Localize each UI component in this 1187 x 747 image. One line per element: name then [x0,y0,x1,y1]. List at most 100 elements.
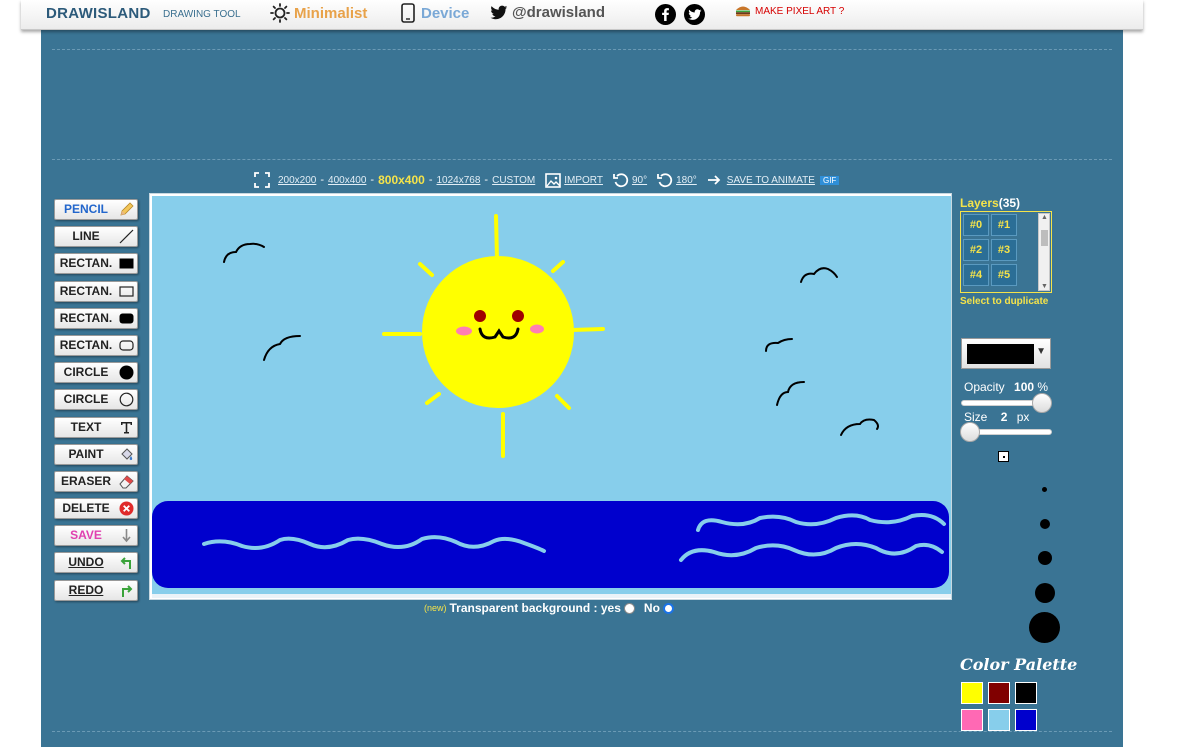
tool-label: PENCIL [63,202,108,216]
size-slider-knob[interactable] [960,422,980,442]
opacity-text: Opacity [964,380,1005,394]
brush-size-1-button[interactable] [998,451,1009,462]
scroll-down-icon[interactable]: ▼ [1041,283,1048,290]
palette-color-yellow[interactable] [961,682,983,704]
tool-label: RECTAN. [59,310,113,325]
tool-label: LINE [72,229,100,244]
brush-size-5-button[interactable] [1035,583,1055,603]
size-value: 2 [1000,410,1008,424]
size-200x200[interactable]: 200x200 [278,175,316,186]
palette-color-black[interactable] [1015,682,1037,704]
layers-list[interactable]: #0 #1 #2 #3 #4 #5 ▲ ▼ [960,211,1052,293]
palette-color-sky-blue[interactable] [988,709,1010,731]
filled-rounded-rectangle-tool-button[interactable]: RECTAN. [54,307,138,329]
twitter-circle-icon[interactable] [684,4,705,25]
transparent-no-radio[interactable] [662,602,674,614]
pixel-art-link[interactable]: MAKE PIXEL ART ? [735,5,844,17]
divider-top [52,49,1112,50]
undo-button[interactable]: UNDO [54,552,138,574]
tool-label: PAINT [68,446,104,461]
new-badge: (new) [424,603,447,613]
outline-rounded-rectangle-tool-button[interactable]: RECTAN. [54,334,138,356]
rotate-90-label: 90° [631,174,648,186]
palette-color-blue[interactable] [1015,709,1037,731]
scroll-up-icon[interactable]: ▲ [1041,214,1048,221]
outline-rectangle-tool-button[interactable]: RECTAN. [54,280,138,302]
sun-eye-left [474,310,486,322]
save-to-animate-label: SAVE TO ANIMATE [726,174,815,186]
brush-size-3-button[interactable] [1040,519,1050,529]
opacity-value: 100 [1014,380,1035,394]
filled-rectangle-tool-button[interactable]: RECTAN. [54,253,138,275]
transparent-background-label: Transparent background : yes [449,601,621,615]
layer-item-4[interactable]: #4 [963,264,989,286]
facebook-icon[interactable] [655,4,676,25]
tool-label: SAVE [70,528,102,543]
opacity-slider-knob[interactable] [1032,393,1052,413]
color-picker-select[interactable]: ▼ [961,338,1051,369]
main-panel: 200x200 - 400x400 - 800x400 - 1024x768 -… [41,24,1123,747]
rotate-left-icon [613,173,629,188]
scrollbar-thumb[interactable] [1041,230,1048,246]
twitter-link[interactable]: @drawisland [490,4,605,21]
layers-scrollbar[interactable]: ▲ ▼ [1038,213,1050,291]
filled-circle-icon [119,365,134,380]
tool-label: CIRCLE [63,392,109,407]
brush-size-2-button[interactable] [1042,487,1047,492]
device-link[interactable]: Device [401,3,469,23]
tool-label: REDO [68,582,104,597]
tool-label: CIRCLE [63,365,109,380]
palette-color-pink[interactable] [961,709,983,731]
burger-icon [736,6,750,17]
rotate-180-label: 180° [676,174,697,186]
filled-circle-tool-button[interactable]: CIRCLE [54,362,138,384]
outline-circle-tool-button[interactable]: CIRCLE [54,389,138,411]
minimalist-label: Minimalist [294,4,368,22]
size-custom[interactable]: CUSTOM [492,175,535,186]
filled-rect-icon [119,256,134,271]
transparent-no-label: No [643,601,660,615]
fullscreen-icon[interactable] [254,172,270,188]
delete-tool-button[interactable]: DELETE [54,498,138,520]
text-icon [119,420,134,435]
layers-label: Layers [960,196,999,210]
twitter-handle: @drawisland [512,4,605,21]
brush-size-4-button[interactable] [1038,551,1052,565]
tool-label: DELETE [62,501,110,516]
line-tool-button[interactable]: LINE [54,226,138,248]
layer-item-5[interactable]: #5 [991,264,1017,286]
opacity-unit: % [1037,380,1049,394]
redo-button[interactable]: REDO [54,579,138,601]
outline-circle-icon [119,392,134,407]
text-tool-button[interactable]: TEXT [54,416,138,438]
brush-size-6-button[interactable] [1029,612,1060,643]
eraser-tool-button[interactable]: ERASER [54,470,138,492]
divider-mid [52,159,1112,160]
layer-item-3[interactable]: #3 [991,239,1017,261]
transparent-background-option: (new) Transparent background : yes No [424,601,674,615]
size-400x400[interactable]: 400x400 [328,175,366,186]
brand-logo[interactable]: DRAWISLAND [46,5,151,22]
canvas-toolbar: 200x200 - 400x400 - 800x400 - 1024x768 -… [254,170,840,190]
minimalist-link[interactable]: Minimalist [270,3,367,23]
save-button[interactable]: SAVE [54,525,138,547]
pencil-tool-button[interactable]: PENCIL [54,199,138,220]
sun-icon [270,3,290,23]
pencil-icon [119,202,134,217]
drawing-canvas[interactable] [152,196,951,598]
layer-item-1[interactable]: #1 [991,214,1017,236]
tool-label: TEXT [70,419,102,434]
size-800x400-current[interactable]: 800x400 [378,173,425,187]
palette-color-maroon[interactable] [988,682,1010,704]
layer-item-2[interactable]: #2 [963,239,989,261]
save-to-animate-button[interactable]: SAVE TO ANIMATE GIF [707,174,840,186]
size-1024x768[interactable]: 1024x768 [436,175,480,186]
transparent-yes-radio[interactable] [623,602,635,614]
paint-tool-button[interactable]: PAINT [54,443,138,465]
layer-item-0[interactable]: #0 [963,214,989,236]
import-button[interactable]: IMPORT [545,172,603,188]
save-arrow-icon [119,528,134,543]
rotate-90-button[interactable]: 90° [613,172,647,188]
image-icon [545,172,562,188]
rotate-180-button[interactable]: 180° [657,172,697,188]
